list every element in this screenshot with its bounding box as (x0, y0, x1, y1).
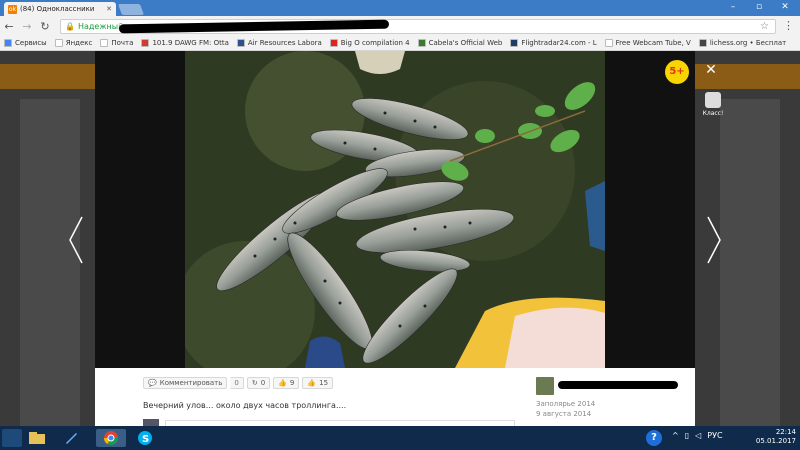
language-indicator[interactable]: РУС (707, 431, 722, 440)
bookmark-favicon-icon (141, 39, 150, 47)
bookmarks-bar: Сервисы Яндекс Почта 101.9 DAWG FM: Otta Air… (0, 36, 800, 51)
comment-count: 0 (230, 377, 244, 389)
avatar[interactable] (536, 377, 554, 395)
bookmark-favicon-icon (698, 39, 707, 47)
bookmark-item[interactable]: Почта (100, 39, 137, 47)
lock-icon: 🔒 (65, 22, 75, 31)
reload-icon[interactable]: ↻ (36, 20, 54, 33)
bookmark-favicon-icon (417, 39, 426, 47)
help-icon[interactable]: ? (646, 430, 662, 446)
like-button[interactable]: 👍 9 (273, 377, 300, 389)
views-counter: 👍 15 (302, 377, 334, 389)
bookmark-item[interactable]: Free Webcam Tube, V (604, 39, 695, 47)
close-window-button[interactable]: ✕ (774, 0, 796, 14)
bookmark-item[interactable]: Air Resources Labora (236, 39, 326, 47)
tab-strip: ok (84) Одноклассники ✕ – ▫ ✕ (0, 0, 800, 16)
start-button[interactable] (2, 429, 22, 447)
forward-icon[interactable]: → (18, 20, 36, 33)
secure-label: Надежный (77, 22, 124, 31)
tab-title: (84) Одноклассники (20, 5, 95, 13)
photo-description: Вечерний улов... около двух часов тролли… (143, 401, 347, 410)
bookmark-favicon-icon (329, 39, 338, 47)
notifications-badge[interactable]: 5+ (665, 60, 689, 84)
author-block[interactable] (536, 377, 678, 395)
like-count: 9 (289, 379, 295, 387)
clock-time: 22:14 (775, 428, 796, 436)
bookmark-label: Почта (111, 39, 134, 47)
reshare-count: 0 (260, 379, 266, 387)
bookmark-favicon-icon (54, 39, 63, 47)
bookmark-item[interactable]: 101.9 DAWG FM: Otta (141, 39, 232, 47)
file-explorer-icon[interactable] (26, 429, 48, 447)
photo-date: 9 августа 2014 (536, 410, 592, 418)
bookmark-star-icon[interactable]: ☆ (760, 21, 769, 32)
klass-button[interactable]: Класс! (698, 92, 728, 117)
fish-photo-illustration (185, 51, 605, 368)
views-icon: 👍 (307, 379, 317, 387)
volume-icon[interactable]: ◁ (695, 431, 701, 440)
comment-icon: 💬 (148, 379, 157, 387)
photo-actions: 💬 Комментировать 0 ↻ 0 👍 9 👍 15 (143, 377, 334, 389)
bookmark-item[interactable]: Flightradar24.com - L (510, 39, 600, 47)
svg-text:S: S (142, 434, 149, 445)
system-tray: ^ ▯ ◁ РУС (672, 431, 723, 440)
reshare-icon: ↻ (251, 379, 258, 387)
show-hidden-icons[interactable]: ^ (672, 431, 679, 440)
bookmark-favicon-icon (4, 39, 12, 47)
bookmark-label: Сервисы (15, 39, 47, 47)
bookmark-item[interactable]: lichess.org • Бесплат (698, 39, 790, 47)
new-tab-button[interactable] (117, 4, 145, 15)
menu-icon[interactable]: ⋮ (783, 19, 794, 32)
bookmark-label: Яндекс (65, 39, 93, 47)
bookmark-item[interactable]: Яндекс (54, 39, 97, 47)
bookmark-item[interactable]: Сервисы (4, 39, 51, 47)
bookmark-favicon-icon (236, 39, 245, 47)
photo-caption-panel: 💬 Комментировать 0 ↻ 0 👍 9 👍 15 Вечерний… (95, 368, 695, 428)
photo[interactable] (185, 51, 605, 368)
browser-tab[interactable]: ok (84) Одноклассники ✕ (4, 2, 116, 16)
skype-icon[interactable]: S (134, 429, 156, 447)
previous-photo-icon[interactable] (66, 215, 86, 265)
rocket-app-icon[interactable] (60, 429, 82, 447)
comment-button[interactable]: 💬 Комментировать (143, 377, 228, 389)
bookmark-label: 101.9 DAWG FM: Otta (152, 39, 229, 47)
views-count: 15 (319, 379, 329, 387)
album-location[interactable]: Заполярье 2014 (536, 399, 595, 409)
network-icon[interactable]: ▯ (685, 431, 689, 440)
bookmark-favicon-icon (100, 39, 109, 47)
reshare-button[interactable]: ↻ 0 (246, 377, 271, 389)
maximize-button[interactable]: ▫ (748, 0, 770, 14)
clock[interactable]: 22:14 05.01.2017 (756, 428, 796, 446)
right-column (720, 99, 780, 426)
bookmark-label: Free Webcam Tube, V (615, 39, 691, 47)
windows-taskbar: S ? ^ ▯ ◁ РУС 22:14 05.01.2017 (0, 426, 800, 450)
back-icon[interactable]: ← (0, 20, 18, 33)
address-bar[interactable]: 🔒 Надежный ☆ (60, 19, 776, 34)
bookmark-favicon-icon (604, 39, 613, 47)
bookmark-label: Cabela's Official Web (428, 39, 503, 47)
close-tab-icon[interactable]: ✕ (106, 5, 112, 13)
chrome-icon[interactable] (96, 429, 126, 447)
bookmark-label: lichess.org • Бесплат (709, 39, 787, 47)
bookmark-label: Air Resources Labora (247, 39, 322, 47)
bookmark-favicon-icon (510, 39, 519, 47)
photo-meta: Заполярье 2014 9 августа 2014 (536, 399, 595, 419)
close-icon[interactable]: ✕ (703, 62, 719, 78)
redacted-author-name (558, 381, 678, 389)
ok-icon: ok (8, 4, 17, 14)
bookmark-label: Flightradar24.com - L (521, 39, 597, 47)
bookmark-item[interactable]: Cabela's Official Web (417, 39, 507, 47)
bookmark-label: Big O compilation 4 (340, 39, 410, 47)
minimize-button[interactable]: – (722, 0, 744, 14)
comment-label: Комментировать (159, 379, 223, 387)
next-photo-icon[interactable] (704, 215, 724, 265)
redacted-url (118, 19, 390, 34)
clock-date: 05.01.2017 (755, 437, 796, 445)
like-icon: 👍 (278, 379, 287, 387)
bookmark-item[interactable]: Big O compilation 4 (329, 39, 414, 47)
thumbs-up-icon (705, 92, 721, 108)
klass-label: Класс! (702, 110, 724, 117)
browser-toolbar: ← → ↻ 🔒 Надежный ☆ ⋮ (0, 16, 800, 36)
